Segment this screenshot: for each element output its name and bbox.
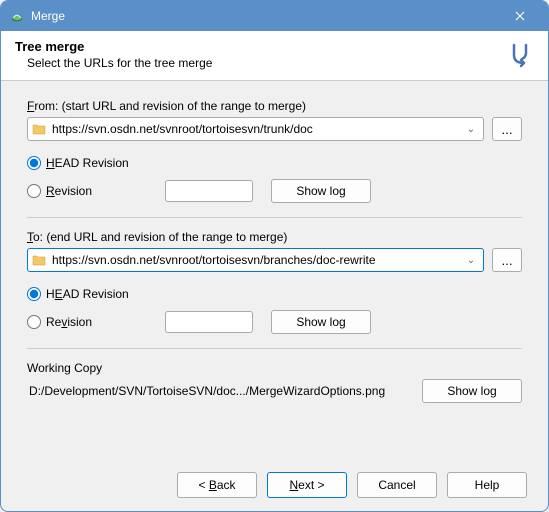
to-head-radio[interactable]: HEAD Revision (27, 287, 137, 301)
from-url-combo[interactable]: ⌄ (27, 117, 484, 141)
from-revision-input[interactable] (165, 180, 253, 202)
next-button[interactable]: Next > (267, 472, 347, 498)
back-button[interactable]: < Back (177, 472, 257, 498)
from-head-radio[interactable]: HEAD Revision (27, 156, 137, 170)
wc-showlog-button[interactable]: Show log (422, 379, 522, 403)
folder-icon (32, 122, 46, 136)
from-browse-button[interactable]: ... (492, 117, 522, 141)
titlebar: Merge (1, 1, 548, 31)
help-button[interactable]: Help (447, 472, 527, 498)
cancel-button[interactable]: Cancel (357, 472, 437, 498)
to-browse-button[interactable]: ... (492, 248, 522, 272)
to-showlog-button[interactable]: Show log (271, 310, 371, 334)
wizard-header: Tree merge Select the URLs for the tree … (1, 31, 548, 81)
wc-label: Working Copy (27, 361, 522, 375)
close-button[interactable] (500, 2, 540, 30)
divider (27, 217, 522, 218)
wizard-button-bar: < Back Next > Cancel Help (0, 472, 549, 498)
window-title: Merge (31, 9, 500, 23)
from-showlog-button[interactable]: Show log (271, 179, 371, 203)
to-url-input[interactable] (50, 252, 463, 268)
wc-path: D:/Development/SVN/TortoiseSVN/doc.../Me… (27, 380, 414, 402)
from-rev-radio-input[interactable] (27, 184, 41, 198)
page-subtitle: Select the URLs for the tree merge (27, 56, 506, 70)
app-icon (9, 8, 25, 24)
from-url-input[interactable] (50, 121, 463, 137)
merge-icon (506, 41, 534, 69)
wizard-content: From: (start URL and revision of the ran… (1, 81, 548, 411)
page-title: Tree merge (15, 39, 506, 54)
to-revision-input[interactable] (165, 311, 253, 333)
chevron-down-icon[interactable]: ⌄ (463, 255, 479, 266)
to-head-radio-input[interactable] (27, 287, 41, 301)
chevron-down-icon[interactable]: ⌄ (463, 124, 479, 135)
close-icon (515, 11, 525, 21)
from-head-radio-input[interactable] (27, 156, 41, 170)
to-label: To: (end URL and revision of the range t… (27, 230, 522, 244)
to-rev-radio-input[interactable] (27, 315, 41, 329)
divider (27, 348, 522, 349)
folder-icon (32, 253, 46, 267)
to-url-combo[interactable]: ⌄ (27, 248, 484, 272)
to-rev-radio[interactable]: Revision (27, 315, 137, 329)
from-rev-radio[interactable]: Revision (27, 184, 137, 198)
from-label: From: (start URL and revision of the ran… (27, 99, 522, 113)
